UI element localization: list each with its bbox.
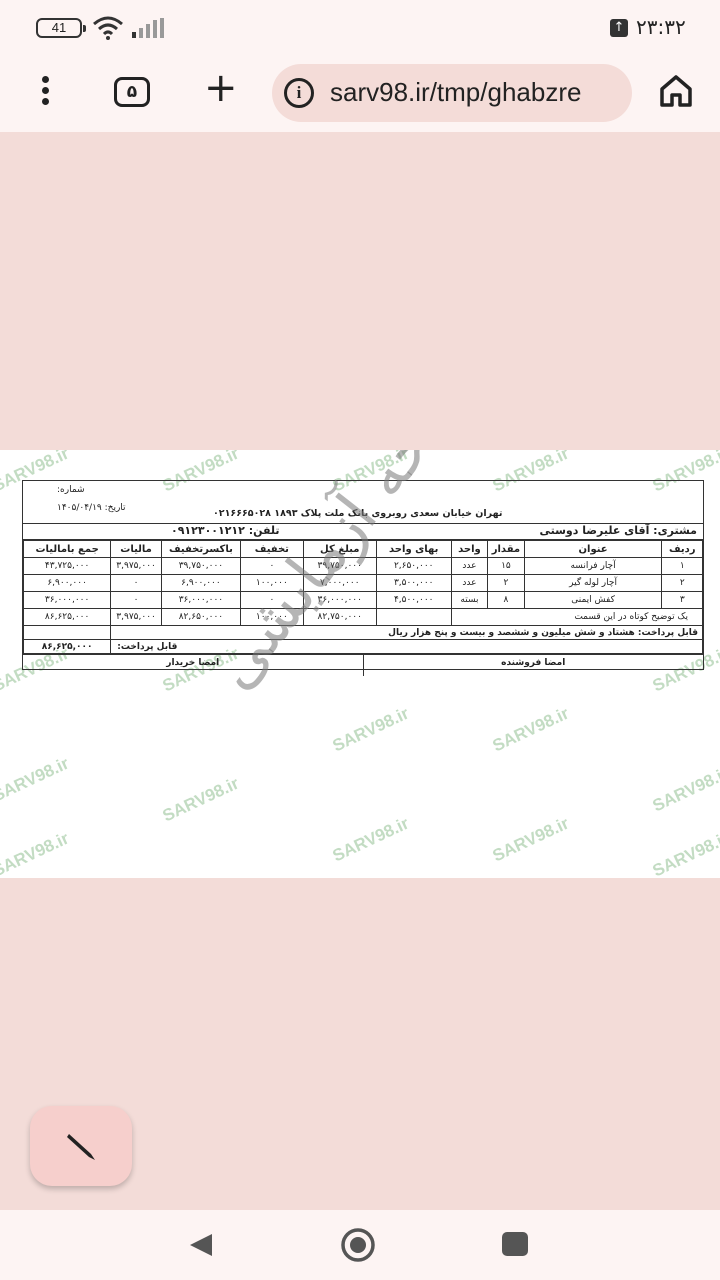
battery-icon: 41	[36, 18, 86, 38]
watermark-text: SARV98.ir	[329, 813, 412, 866]
customer-phone: تلفن: ۰۹۱۲۳۰۰۱۲۱۲	[171, 524, 280, 537]
pay-words: قابل پرداخت: هشتاد و شش میلیون و ششصد و …	[110, 625, 703, 640]
cell-after-discount: ۳۶,۰۰۰,۰۰۰	[160, 591, 241, 609]
watermark-text: SARV98.ir	[159, 773, 242, 826]
cell-grand-total: ۴۳,۷۲۵,۰۰۰	[22, 557, 112, 575]
info-icon[interactable]: i	[284, 78, 314, 108]
cell-tax: ۰	[110, 574, 162, 592]
address-bar[interactable]: i sarv98.ir/tmp/ghabzre	[272, 64, 632, 122]
cell-tax: ۳,۹۷۵,۰۰۰	[110, 557, 162, 575]
new-tab-button[interactable]: +	[204, 68, 238, 108]
wifi-icon	[93, 16, 123, 40]
column-header: واحد	[450, 540, 489, 558]
column-header: عنوان	[523, 540, 663, 558]
column-header: جمع بامالیات	[22, 540, 112, 558]
totals-row: یک توضیح کوتاه در این قسمت ۸۲,۷۵۰,۰۰۰ ۱۰…	[22, 608, 704, 626]
cell-title: کفش ایمنی	[523, 591, 663, 609]
home-icon[interactable]	[658, 74, 694, 108]
total-tax: ۳,۹۷۵,۰۰۰	[110, 608, 162, 626]
cell-empty	[22, 625, 112, 640]
buyer-signature: امضا خریدار	[23, 655, 364, 676]
cell-title: آچار فرانسه	[523, 557, 663, 575]
payable-value: ۸۶,۶۲۵,۰۰۰	[22, 639, 112, 654]
cell-unit: عدد	[450, 574, 489, 592]
upload-icon: ↑	[610, 19, 628, 37]
battery-level: 41	[51, 20, 67, 35]
pencil-icon	[67, 1134, 95, 1160]
pay-words-row: قابل پرداخت: هشتاد و شش میلیون و ششصد و …	[22, 625, 703, 640]
back-icon[interactable]	[188, 1232, 214, 1258]
browser-toolbar: ۵ + i sarv98.ir/tmp/ghabzre	[0, 56, 720, 132]
total-grand: ۸۶,۶۲۵,۰۰۰	[22, 608, 112, 626]
cell-after-discount: ۶,۹۰۰,۰۰۰	[160, 574, 241, 592]
totals-description: یک توضیح کوتاه در این قسمت	[450, 608, 704, 626]
cell-price: ۲,۶۵۰,۰۰۰	[375, 557, 452, 575]
cell-after-discount: ۳۹,۷۵۰,۰۰۰	[160, 557, 241, 575]
clock: ۲۳:۳۲	[636, 15, 686, 39]
invoice-image: SARV98.ir SARV98.ir SARV98.ir SARV98.ir …	[0, 450, 720, 878]
column-header: باکسرتخفیف	[160, 540, 241, 558]
cell-grand-total: ۶,۹۰۰,۰۰۰	[22, 574, 112, 592]
home-circle-icon[interactable]	[340, 1227, 376, 1263]
watermark-text: SARV98.ir	[649, 763, 720, 816]
signature-row: امضا فروشنده امضا خریدار	[23, 654, 703, 676]
column-header: مقدار	[487, 540, 525, 558]
column-header: مالیات	[110, 540, 162, 558]
column-header: ردیف	[661, 540, 703, 558]
cell-price: ۳,۵۰۰,۰۰۰	[375, 574, 452, 592]
tab-switcher-button[interactable]: ۵	[114, 77, 150, 107]
url-text[interactable]: sarv98.ir/tmp/ghabzre	[330, 77, 581, 108]
watermark-text: SARV98.ir	[0, 753, 72, 806]
cell-qty: ۸	[487, 591, 525, 609]
payable-row: قابل پرداخت: ۸۶,۶۲۵,۰۰۰	[22, 639, 703, 654]
cell-index: ۱	[661, 557, 703, 575]
invoice-number-label: شماره:	[57, 485, 85, 495]
cell-qty: ۲	[487, 574, 525, 592]
cell-title: آچار لوله گیر	[523, 574, 663, 592]
menu-icon[interactable]	[28, 74, 62, 110]
seller-signature: امضا فروشنده	[501, 658, 566, 668]
recent-apps-icon[interactable]	[502, 1232, 528, 1256]
watermark-text: SARV98.ir	[649, 828, 720, 878]
navigation-bar	[0, 1210, 720, 1280]
status-bar: 41 ↑ ۲۳:۳۲	[0, 0, 720, 56]
cell-qty: ۱۵	[487, 557, 525, 575]
watermark-text: SARV98.ir	[329, 703, 412, 756]
watermark-text: SARV98.ir	[489, 703, 572, 756]
column-header: بهای واحد	[375, 540, 452, 558]
cell-grand-total: ۳۶,۰۰۰,۰۰۰	[22, 591, 112, 609]
cell-tax: ۰	[110, 591, 162, 609]
table-row: ۲ آچار لوله گیر ۲ عدد ۳,۵۰۰,۰۰۰ ۷,۰۰۰,۰۰…	[22, 574, 703, 592]
page-viewport[interactable]: SARV98.ir SARV98.ir SARV98.ir SARV98.ir …	[0, 132, 720, 1210]
cell-unit: بسته	[450, 591, 489, 609]
signal-icon	[132, 18, 164, 38]
watermark-text: SARV98.ir	[489, 813, 572, 866]
cell-index: ۲	[661, 574, 703, 592]
edit-button[interactable]	[30, 1106, 132, 1186]
cell-index: ۳	[661, 591, 703, 609]
cell-empty	[375, 608, 452, 626]
table-row: ۳ کفش ایمنی ۸ بسته ۴,۵۰۰,۰۰۰ ۳۶,۰۰۰,۰۰۰ …	[22, 591, 703, 609]
cell-unit: عدد	[450, 557, 489, 575]
cell-price: ۴,۵۰۰,۰۰۰	[375, 591, 452, 609]
watermark-text: SARV98.ir	[0, 828, 72, 878]
customer-name: مشتری: آقای علیرضا دوستی	[539, 524, 697, 537]
invoice-date: تاریخ: ۱۴۰۵/۰۴/۱۹	[57, 503, 126, 513]
